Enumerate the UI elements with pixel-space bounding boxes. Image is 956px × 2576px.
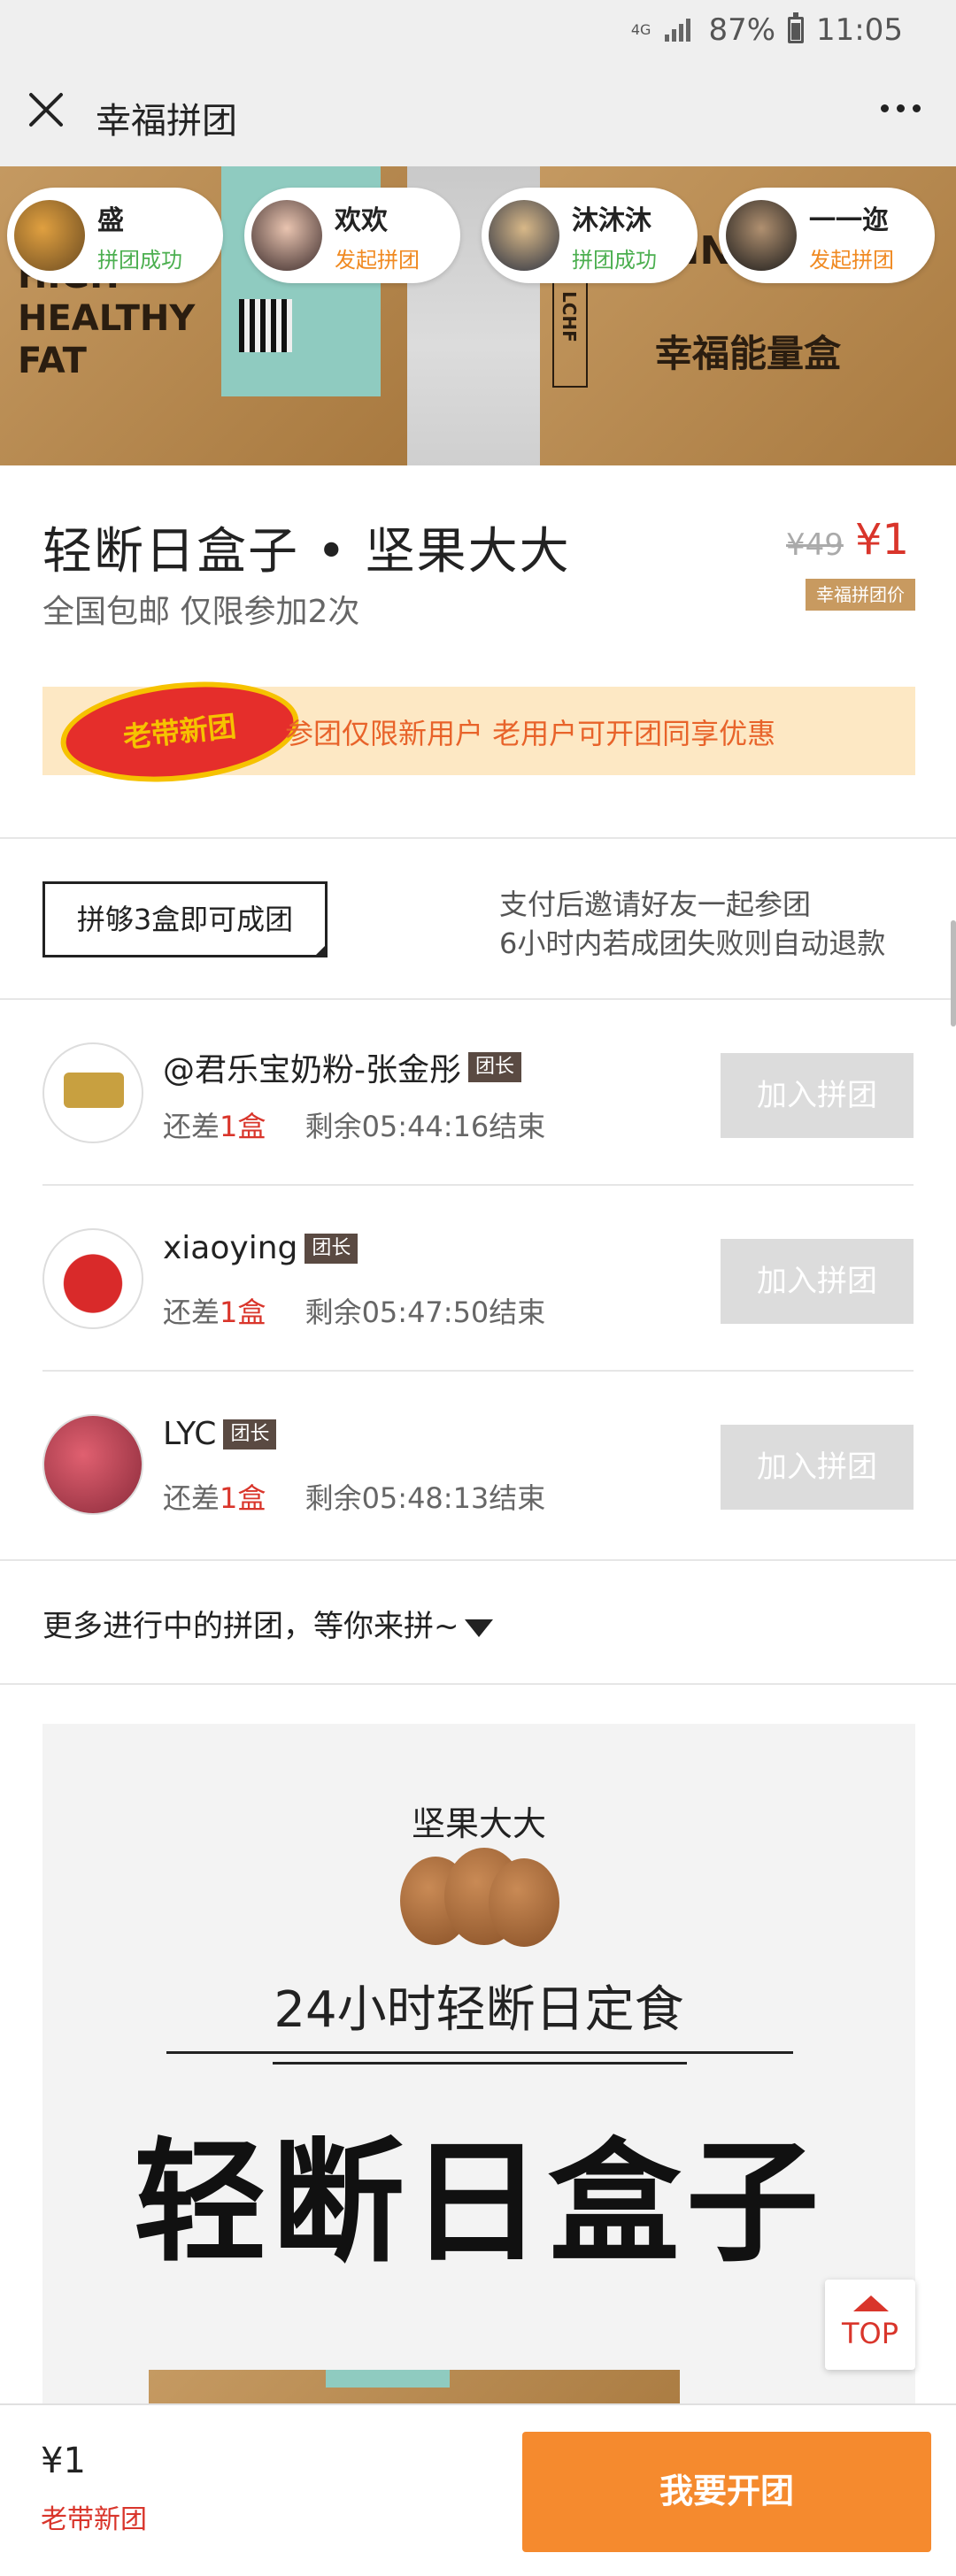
detail-brand: 坚果大大: [411, 1804, 546, 1843]
back-to-top-button[interactable]: TOP: [825, 2280, 915, 2370]
rule-box: 拼够3盒即可成团: [42, 881, 328, 957]
more-groups-label: 更多进行中的拼团，等你来拼~: [42, 1609, 459, 1644]
buyer-name: 沐沐沐: [572, 204, 651, 236]
walnut-icon: [400, 1848, 559, 1947]
status-bar: 4G 87% 11:05: [0, 0, 956, 60]
leader-name: LYC: [163, 1416, 217, 1452]
rule-line: 支付后邀请好友一起参团: [499, 888, 812, 921]
group-remaining: 还差1盒 剩余05:47:50结束: [163, 1296, 546, 1329]
buyer-name: 盛: [97, 204, 124, 236]
signal-icon: [665, 19, 691, 42]
bottom-label: 老带新团: [41, 2504, 147, 2535]
join-group-button[interactable]: 加入拼团: [721, 1425, 914, 1510]
recent-buyer: 盛 拼团成功: [7, 188, 223, 283]
leader-badge: 团长: [223, 1419, 277, 1449]
start-group-button[interactable]: 我要开团: [522, 2432, 931, 2552]
qr-code-icon: [239, 299, 292, 352]
divider: [166, 2051, 793, 2054]
group-timer: 剩余05:44:16结束: [305, 1110, 546, 1143]
avatar: [14, 200, 85, 271]
top-label: TOP: [841, 2317, 899, 2350]
triangle-down-icon: [464, 1619, 493, 1637]
remain-count: 1盒: [220, 1296, 266, 1329]
rule-line: 6小时内若成团失败则自动退款: [499, 927, 886, 960]
remain-count: 1盒: [220, 1481, 266, 1515]
avatar: [726, 200, 797, 271]
promo-banner: 老带新团 参团仅限新用户 老用户可开团同享优惠: [42, 671, 915, 793]
title-bar: 幸福拼团: [0, 60, 956, 166]
buyer-status: 拼团成功: [97, 247, 182, 273]
clock: 11:05: [816, 12, 903, 48]
avatar: [42, 1414, 143, 1515]
network-label: 4G: [630, 21, 651, 38]
group-remaining: 还差1盒 剩余05:44:16结束: [163, 1110, 546, 1143]
product-detail-image: 坚果大大 24小时轻断日定食 轻断日盒子: [42, 1724, 915, 2405]
bottom-bar: ¥1 老带新团 我要开团: [0, 2403, 956, 2576]
detail-subtitle: 24小时轻断日定食: [274, 1981, 684, 2039]
leader-name: @君乐宝奶粉-张金彤: [163, 1052, 461, 1088]
promo-text: 参团仅限新用户 老用户可开团同享优惠: [285, 717, 776, 750]
join-group-button[interactable]: 加入拼团: [721, 1239, 914, 1324]
recent-buyer: 沐沐沐 拼团成功: [482, 188, 698, 283]
list-item: @君乐宝奶粉-张金彤 团长 还差1盒 剩余05:44:16结束 加入拼团: [42, 1000, 914, 1186]
group-remaining: 还差1盒 剩余05:48:13结束: [163, 1481, 546, 1515]
group-timer: 剩余05:47:50结束: [305, 1296, 546, 1329]
list-item: xiaoying 团长 还差1盒 剩余05:47:50结束 加入拼团: [42, 1186, 914, 1372]
leader-name: xiaoying: [163, 1230, 298, 1266]
more-options-icon[interactable]: [881, 104, 921, 112]
more-groups[interactable]: 更多进行中的拼团，等你来拼~: [0, 1559, 956, 1685]
original-price: ¥49: [786, 527, 844, 563]
product-title: 轻断日盒子 • 坚果大大: [42, 523, 571, 581]
group-timer: 剩余05:48:13结束: [305, 1481, 546, 1515]
group-rules: 拼够3盒即可成团 支付后邀请好友一起参团 6小时内若成团失败则自动退款: [0, 837, 956, 1000]
product-info: 轻断日盒子 • 坚果大大 全国包邮 仅限参加2次 ¥49 ¥1 幸福拼团价 老带…: [0, 465, 956, 837]
product-box-image: [149, 2370, 680, 2405]
buyer-status: 拼团成功: [572, 247, 657, 273]
page: 4G 87% 11:05 幸福拼团 HIGH HEALTHY FAT LCHF …: [0, 0, 956, 2576]
arrow-up-icon: [853, 2295, 889, 2311]
avatar: [251, 200, 322, 271]
buyer-name: 欢欢: [335, 204, 388, 236]
group-price: ¥1: [855, 515, 910, 565]
group-list: @君乐宝奶粉-张金彤 团长 还差1盒 剩余05:44:16结束 加入拼团 xia…: [0, 1000, 956, 1557]
recent-buyer: 欢欢 发起拼团: [244, 188, 460, 283]
buyer-status: 发起拼团: [809, 247, 894, 273]
bottom-price: ¥1: [41, 2441, 86, 2481]
close-icon[interactable]: [27, 90, 66, 129]
buyer-status: 发起拼团: [335, 247, 420, 273]
detail-title: 轻断日盒子: [133, 2126, 824, 2280]
price-tag: 幸福拼团价: [806, 579, 915, 611]
join-group-button[interactable]: 加入拼团: [721, 1053, 914, 1138]
list-item: LYC 团长 还差1盒 剩余05:48:13结束 加入拼团: [42, 1372, 914, 1557]
box-right-text2: 幸福能量盒: [655, 332, 842, 375]
leader-badge: 团长: [305, 1233, 358, 1264]
hero-banner: HIGH HEALTHY FAT LCHF KING BOX 幸福能量盒 盛 拼…: [0, 166, 956, 465]
leader-badge: 团长: [468, 1052, 522, 1082]
promo-badge: 老带新团: [55, 671, 305, 793]
remain-count: 1盒: [220, 1110, 266, 1143]
avatar: [489, 200, 559, 271]
buyer-name: 一一迩: [809, 204, 889, 236]
battery-percent: 87%: [708, 12, 776, 48]
page-title: 幸福拼团: [96, 101, 237, 142]
battery-icon: [788, 12, 805, 43]
avatar: [42, 1042, 143, 1143]
avatar: [42, 1228, 143, 1329]
divider: [273, 2062, 687, 2065]
product-subtitle: 全国包邮 仅限参加2次: [42, 594, 360, 630]
recent-buyer: 一一迩 发起拼团: [719, 188, 935, 283]
rule-text: 支付后邀请好友一起参团 6小时内若成团失败则自动退款: [499, 885, 885, 963]
